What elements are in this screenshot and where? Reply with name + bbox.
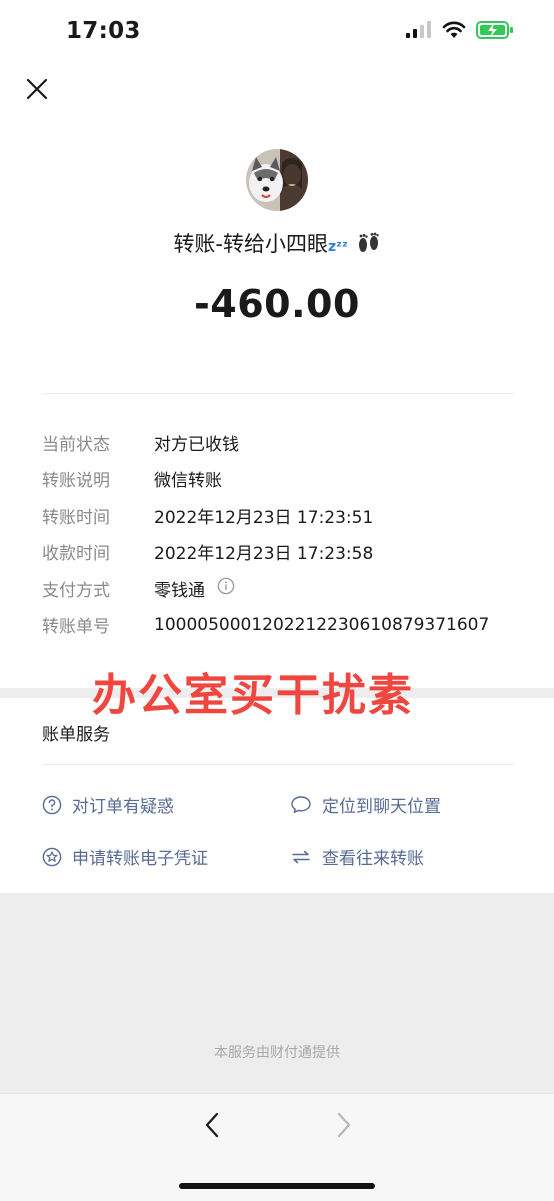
battery-charging-icon [476, 21, 513, 39]
status-bar: 17:03 [0, 0, 554, 66]
bill-services-title: 账单服务 [42, 725, 110, 745]
service-label: 定位到聊天位置 [322, 797, 441, 817]
detail-label: 支付方式 [42, 580, 110, 601]
sleep-emoji: zᶻᶻ [328, 239, 348, 255]
forward-button[interactable] [328, 1110, 358, 1140]
back-button[interactable] [198, 1110, 228, 1140]
swap-arrows-icon [292, 850, 310, 863]
chevron-right-icon [337, 1112, 351, 1138]
detail-value: 2022年12月23日 17:23:58 [154, 544, 374, 565]
detail-row-note: 转账说明 微信转账 [42, 461, 522, 498]
transfer-amount: -460.00 [194, 282, 360, 326]
avatar-image [246, 149, 308, 211]
status-icons [406, 20, 514, 40]
transfer-details: 当前状态 对方已收钱 转账说明 微信转账 转账时间 2022年12月23日 17… [42, 424, 522, 643]
star-circle-icon [42, 847, 62, 866]
service-locate-chat-link[interactable]: 定位到聊天位置 [290, 792, 441, 817]
service-order-question-link[interactable]: 对订单有疑惑 [42, 792, 174, 817]
footer-background [0, 893, 554, 1093]
detail-value: 对方已收钱 [154, 434, 239, 455]
info-icon[interactable] [217, 577, 235, 600]
question-circle-icon [42, 795, 62, 814]
detail-row-received-time: 收款时间 2022年12月23日 17:23:58 [42, 534, 522, 571]
service-transfer-history-link[interactable]: 查看往来转账 [290, 844, 424, 869]
cellular-signal-icon [406, 21, 431, 38]
detail-value: 2022年12月23日 17:23:51 [154, 507, 374, 528]
service-label: 查看往来转账 [322, 849, 424, 869]
detail-label: 转账时间 [42, 507, 110, 528]
detail-label: 收款时间 [42, 544, 110, 565]
detail-value: 1000050001202212230610879371607 [154, 614, 490, 635]
divider [42, 393, 514, 394]
chat-bubble-icon [291, 795, 311, 813]
service-provider-text: 本服务由财付通提供 [214, 1045, 340, 1061]
footprints-icon [358, 232, 379, 252]
overlay-watermark-text: 办公室买干扰素 [92, 670, 414, 721]
wifi-icon [442, 21, 466, 38]
detail-row-transfer-id: 转账单号 1000050001202212230610879371607 [42, 607, 522, 644]
close-button[interactable] [22, 74, 52, 104]
close-icon [26, 78, 48, 100]
detail-value: 零钱通 [154, 576, 235, 601]
home-indicator [179, 1183, 375, 1189]
detail-row-status: 当前状态 对方已收钱 [42, 424, 522, 461]
payment-method-value: 零钱通 [154, 580, 205, 601]
service-label: 对订单有疑惑 [72, 797, 174, 817]
detail-label: 转账说明 [42, 471, 110, 492]
transfer-title-text: 转账-转给小四眼 [173, 232, 329, 256]
detail-row-transfer-time: 转账时间 2022年12月23日 17:23:51 [42, 497, 522, 534]
status-time: 17:03 [66, 18, 141, 44]
detail-label: 转账单号 [42, 617, 110, 638]
service-voucher-link[interactable]: 申请转账电子凭证 [42, 844, 208, 869]
chevron-left-icon [205, 1112, 219, 1138]
detail-label: 当前状态 [42, 434, 110, 455]
detail-value: 微信转账 [154, 471, 222, 492]
divider [42, 764, 514, 765]
detail-row-payment-method: 支付方式 零钱通 [42, 570, 522, 607]
service-label: 申请转账电子凭证 [72, 849, 208, 869]
transfer-title: 转账-转给小四眼zᶻᶻ [0, 228, 554, 258]
avatar [246, 149, 308, 211]
